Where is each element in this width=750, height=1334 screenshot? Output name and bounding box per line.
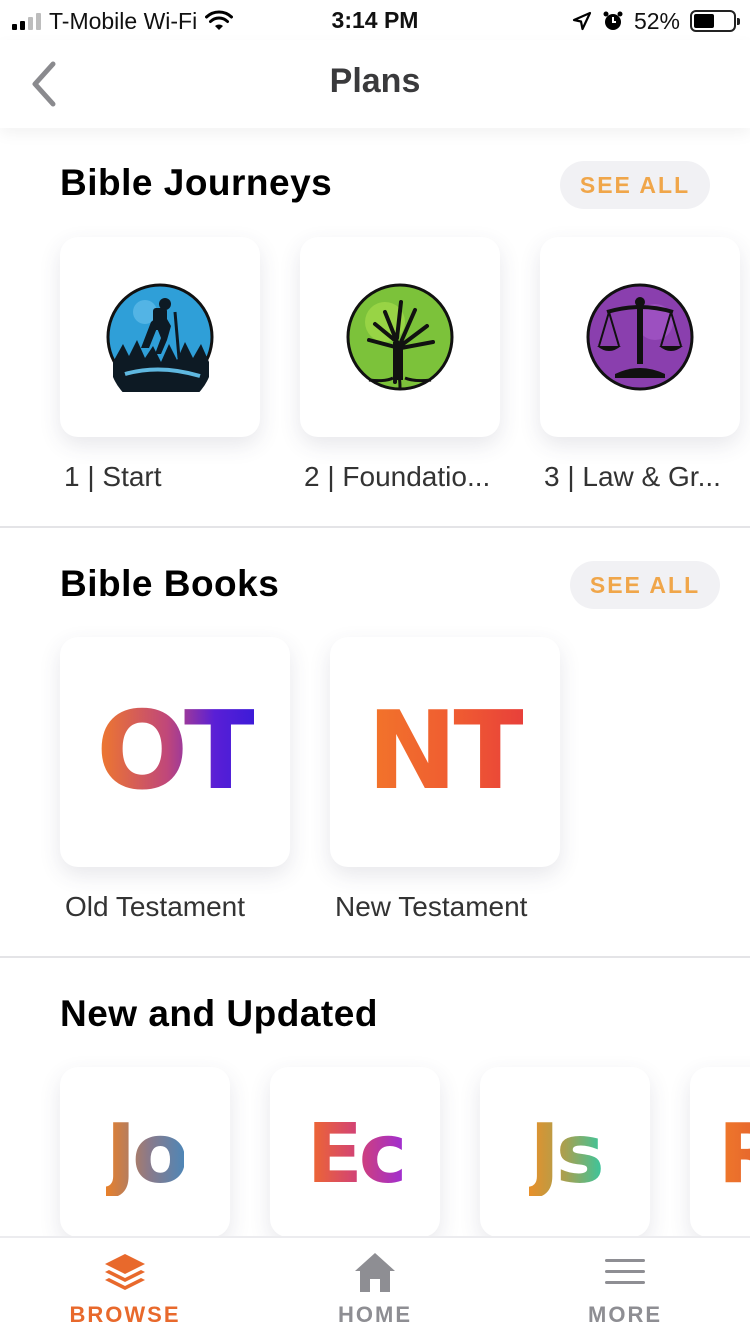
bible-journeys-section: Bible Journeys SEE ALL 1 | Start 2 | Fou… bbox=[0, 128, 750, 526]
section-title-new-and-updated: New and Updated bbox=[60, 993, 378, 1034]
new-and-updated-section: New and Updated Jo Ec Js R bbox=[0, 958, 750, 1236]
jo-logo: Jo bbox=[105, 1107, 189, 1202]
section-title-bible-books: Bible Books bbox=[60, 563, 280, 604]
js-logo: Js bbox=[529, 1107, 604, 1202]
book-card-js[interactable]: Js bbox=[480, 1067, 650, 1236]
tab-bar: BROWSE HOME MORE bbox=[0, 1236, 750, 1334]
layers-icon bbox=[105, 1254, 145, 1290]
see-all-books-button[interactable]: SEE ALL bbox=[570, 561, 720, 609]
book-label-old-testament: Old Testament bbox=[65, 891, 246, 922]
book-card-r[interactable]: R bbox=[690, 1067, 750, 1236]
r-logo: R bbox=[718, 1114, 750, 1196]
scales-icon bbox=[586, 283, 694, 391]
nt-logo: NT bbox=[366, 689, 527, 814]
journey-label-start: 1 | Start bbox=[64, 461, 162, 492]
book-label-new-testament: New Testament bbox=[335, 891, 528, 922]
tab-more[interactable]: MORE bbox=[500, 1238, 750, 1334]
tab-home[interactable]: HOME bbox=[250, 1238, 500, 1334]
tree-icon bbox=[346, 283, 454, 391]
book-card-new-testament[interactable]: NT bbox=[330, 637, 560, 867]
menu-icon bbox=[605, 1259, 645, 1284]
book-card-ec[interactable]: Ec bbox=[270, 1067, 440, 1236]
journey-card-law-grace[interactable] bbox=[540, 237, 740, 437]
see-all-journeys-button[interactable]: SEE ALL bbox=[560, 161, 710, 209]
section-title-bible-journeys: Bible Journeys bbox=[60, 162, 333, 203]
tab-label-home: HOME bbox=[338, 1302, 412, 1327]
book-card-jo[interactable]: Jo bbox=[60, 1067, 230, 1236]
location-arrow-icon bbox=[572, 11, 592, 31]
hiker-icon bbox=[106, 283, 214, 392]
alarm-clock-icon bbox=[603, 11, 623, 30]
ot-logo: OT bbox=[96, 689, 257, 814]
bible-books-section: Bible Books SEE ALL OT Old Testament NT … bbox=[0, 528, 750, 956]
journey-card-start[interactable] bbox=[60, 237, 260, 437]
tab-browse[interactable]: BROWSE bbox=[0, 1238, 250, 1334]
tab-label-more: MORE bbox=[588, 1302, 662, 1327]
tab-label-browse: BROWSE bbox=[69, 1302, 181, 1327]
status-bar: T-Mobile Wi-Fi 3:14 PM 52% bbox=[0, 0, 750, 40]
book-card-old-testament[interactable]: OT bbox=[60, 637, 290, 867]
battery-percentage: 52% bbox=[633, 7, 680, 34]
journey-card-foundations[interactable] bbox=[300, 237, 500, 437]
journey-label-law-grace: 3 | Law & Gr... bbox=[544, 461, 721, 492]
journey-label-foundations: 2 | Foundatio... bbox=[304, 461, 491, 492]
battery-icon bbox=[690, 10, 740, 32]
home-icon bbox=[355, 1253, 395, 1292]
page-title: Plans bbox=[329, 62, 421, 100]
navigation-bar: Plans bbox=[0, 40, 750, 128]
ec-logo: Ec bbox=[306, 1107, 408, 1202]
